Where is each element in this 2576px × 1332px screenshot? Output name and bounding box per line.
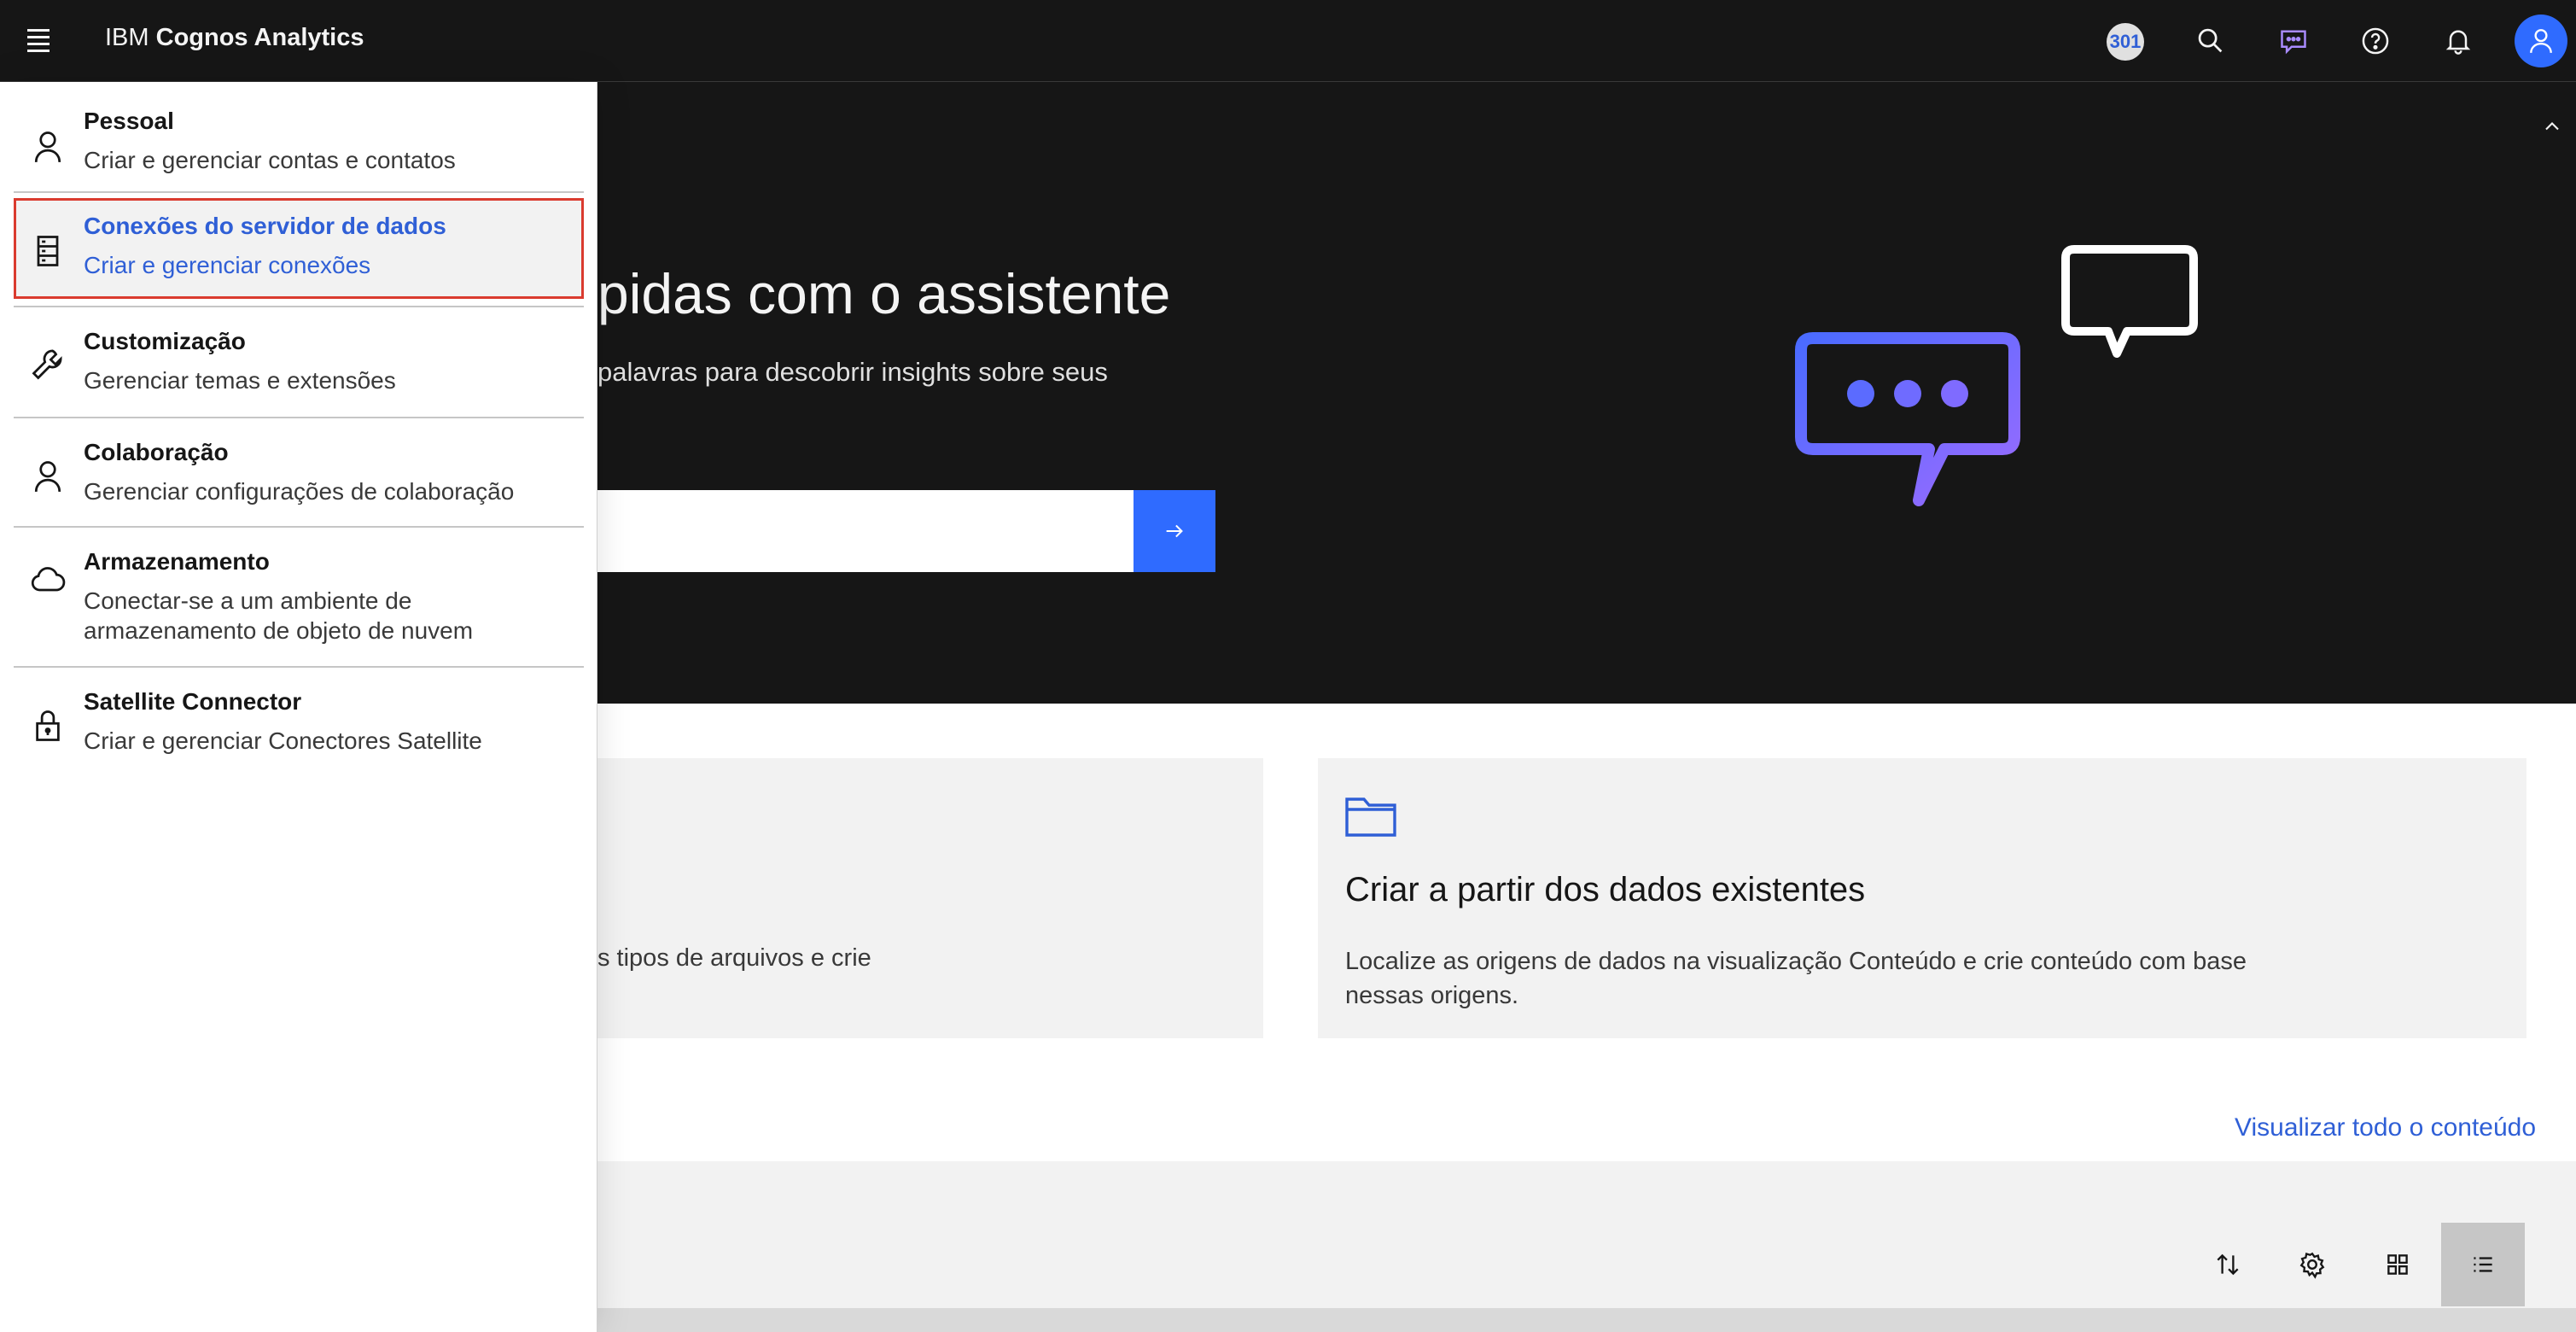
person-icon bbox=[26, 125, 70, 169]
top-navigation-bar: IBM Cognos Analytics 301 bbox=[0, 0, 2576, 82]
count-badge[interactable]: 301 bbox=[2107, 23, 2144, 61]
panel-item-desc: Gerenciar configurações de colaboração bbox=[84, 478, 515, 505]
panel-divider bbox=[14, 526, 584, 528]
manage-side-panel: Pessoal Criar e gerenciar contas e conta… bbox=[0, 82, 597, 1332]
arrow-right-icon[interactable] bbox=[1134, 490, 1215, 572]
panel-divider bbox=[14, 666, 584, 668]
sort-icon[interactable] bbox=[2186, 1223, 2270, 1306]
panel-item-desc: Criar e gerenciar Conectores Satellite bbox=[84, 727, 482, 754]
cloud-icon bbox=[26, 558, 70, 603]
panel-item-title: Colaboração bbox=[84, 439, 229, 465]
assistant-question-input[interactable] bbox=[597, 490, 1134, 572]
panel-item-desc: Criar e gerenciar contas e contatos bbox=[84, 147, 456, 173]
data-server-icon bbox=[26, 229, 70, 273]
panel-item-armazenamento[interactable]: Armazenamento Conectar-se a um ambiente … bbox=[14, 546, 584, 666]
panel-item-desc: Conectar-se a um ambiente de armazenamen… bbox=[84, 587, 474, 644]
panel-item-title: Pessoal bbox=[84, 108, 174, 134]
panel-divider bbox=[14, 191, 584, 193]
panel-item-title: Conexões do servidor de dados bbox=[84, 213, 446, 239]
brand-name: Cognos Analytics bbox=[155, 24, 364, 51]
notification-bell-icon[interactable] bbox=[2434, 17, 2482, 65]
list-header-strip bbox=[597, 1308, 2576, 1332]
panel-divider bbox=[14, 417, 584, 418]
panel-divider bbox=[14, 306, 584, 307]
search-icon[interactable] bbox=[2187, 17, 2235, 65]
settings-gear-icon[interactable] bbox=[2270, 1223, 2354, 1306]
brand-prefix: IBM bbox=[105, 24, 149, 51]
panel-item-title: Customização bbox=[84, 328, 246, 354]
assistant-chat-icon[interactable] bbox=[2270, 17, 2317, 65]
wrench-icon bbox=[26, 342, 70, 386]
panel-item-data-server-connections[interactable]: Conexões do servidor de dados Criar e ge… bbox=[14, 198, 584, 299]
panel-item-customizacao[interactable]: Customização Gerenciar temas e extensões bbox=[14, 326, 584, 418]
grid-view-icon[interactable] bbox=[2356, 1223, 2439, 1306]
help-icon[interactable] bbox=[2352, 17, 2399, 65]
menu-icon[interactable] bbox=[22, 24, 55, 56]
panel-item-desc: Criar e gerenciar conexões bbox=[84, 252, 371, 278]
person-icon bbox=[26, 454, 70, 499]
hero-title: pidas com o assistente bbox=[597, 262, 1171, 325]
list-view-icon[interactable] bbox=[2441, 1223, 2525, 1306]
user-avatar-icon[interactable] bbox=[2515, 15, 2567, 67]
create-from-existing-data-card[interactable]: Criar a partir dos dados existentes Loca… bbox=[1318, 758, 2526, 1038]
lock-icon bbox=[26, 704, 70, 748]
panel-item-title: Armazenamento bbox=[84, 548, 270, 575]
panel-item-satellite-connector[interactable]: Satellite Connector Criar e gerenciar Co… bbox=[14, 686, 584, 779]
chevron-up-icon[interactable] bbox=[2533, 108, 2571, 145]
view-all-content-link[interactable]: Visualizar todo o conteúdo bbox=[2235, 1113, 2536, 1142]
card-description: Localize as origens de dados na visualiz… bbox=[1345, 948, 2247, 1009]
card-description: s tipos de arquivos e crie bbox=[597, 944, 871, 972]
chat-bubbles-illustration bbox=[1795, 245, 2198, 506]
card-title: Criar a partir dos dados existentes bbox=[1345, 871, 1866, 908]
panel-item-pessoal[interactable]: Pessoal Criar e gerenciar contas e conta… bbox=[14, 102, 584, 195]
assistant-hero-banner: pidas com o assistente palavras para des… bbox=[597, 82, 2576, 704]
panel-item-title: Satellite Connector bbox=[84, 688, 302, 715]
create-from-file-card[interactable]: s tipos de arquivos e crie bbox=[597, 758, 1263, 1038]
panel-item-colaboracao[interactable]: Colaboração Gerenciar configurações de c… bbox=[14, 435, 584, 528]
folder-icon bbox=[1345, 797, 1396, 837]
hero-subtitle: palavras para descobrir insights sobre s… bbox=[597, 357, 1108, 387]
panel-item-desc: Gerenciar temas e extensões bbox=[84, 367, 396, 394]
app-title: IBM Cognos Analytics bbox=[105, 24, 364, 52]
